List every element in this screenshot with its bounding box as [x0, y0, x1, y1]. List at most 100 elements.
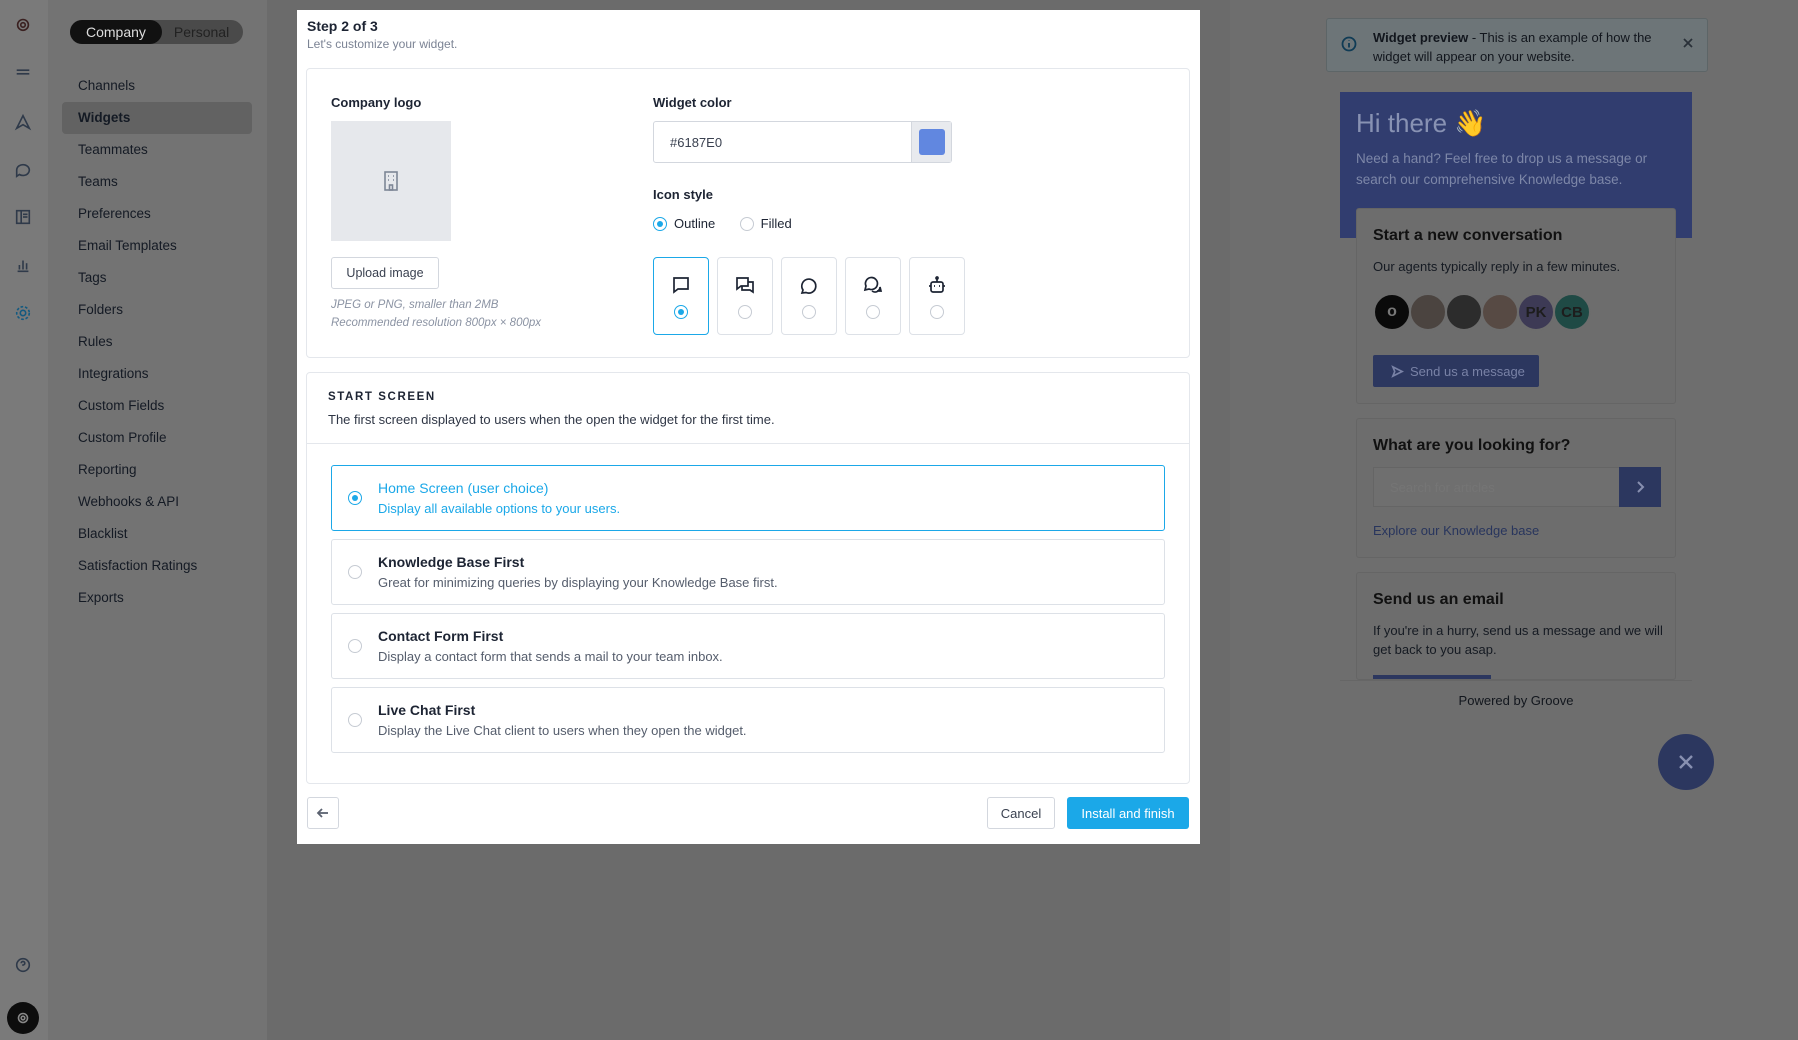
chat-round-icon: [799, 275, 819, 295]
preview-notice-text: Widget preview - This is an example of h…: [1373, 30, 1652, 64]
sidebar-item-webhooks-api[interactable]: Webhooks & API: [62, 486, 252, 518]
cancel-button[interactable]: Cancel: [987, 797, 1055, 829]
sidebar-item-preferences[interactable]: Preferences: [62, 198, 252, 230]
widget-color-input[interactable]: [654, 122, 912, 162]
scope-toggle: Company Personal: [70, 20, 243, 44]
upload-hint-format: JPEG or PNG, smaller than 2MB: [331, 299, 499, 311]
icon-tile-radio[interactable]: [866, 305, 880, 319]
start-option-desc: Display all available options to your us…: [378, 501, 621, 516]
start-option-desc: Display a contact form that sends a mail…: [378, 649, 723, 664]
send-icon[interactable]: [13, 112, 33, 132]
icon-style-filled-option[interactable]: Filled: [739, 215, 792, 233]
sidebar-item-custom-profile[interactable]: Custom Profile: [62, 422, 252, 454]
chat-round-double-icon: [863, 275, 883, 295]
install-and-finish-button[interactable]: Install and finish: [1067, 797, 1189, 829]
knowledge-search-card: What are you looking for? Explore our Kn…: [1356, 418, 1676, 558]
start-option-radio[interactable]: [348, 491, 362, 505]
appearance-card: Company logo Upload image JPEG or PNG, s…: [306, 68, 1190, 358]
avatar: CB: [1553, 293, 1591, 331]
back-button[interactable]: [307, 797, 339, 829]
start-option-live-chat[interactable]: Live Chat First Display the Live Chat cl…: [331, 687, 1165, 753]
avatar: [1481, 293, 1519, 331]
color-picker-button[interactable]: [911, 122, 951, 162]
step-subtitle: Let's customize your widget.: [307, 37, 458, 51]
icon-tile-chat-round[interactable]: [781, 257, 837, 335]
article-search: [1373, 467, 1661, 507]
upload-image-button[interactable]: Upload image: [331, 257, 439, 289]
conversation-subtitle: Our agents typically reply in a few minu…: [1373, 259, 1621, 274]
sidebar-item-widgets[interactable]: Widgets: [62, 102, 252, 134]
sidebar-item-email-templates[interactable]: Email Templates: [62, 230, 252, 262]
icon-tile-chat-square[interactable]: [653, 257, 709, 335]
settings-icon[interactable]: [13, 303, 33, 323]
icon-tile-radio[interactable]: [674, 305, 688, 319]
sidebar-item-tags[interactable]: Tags: [62, 262, 252, 294]
personal-toggle[interactable]: Personal: [162, 24, 229, 40]
widget-close-button[interactable]: [1658, 734, 1714, 790]
reports-icon[interactable]: [13, 255, 33, 275]
start-option-home-screen[interactable]: Home Screen (user choice) Display all av…: [331, 465, 1165, 531]
avatar: [1409, 293, 1447, 331]
start-option-contact-form[interactable]: Contact Form First Display a contact for…: [331, 613, 1165, 679]
chat-icon[interactable]: [13, 160, 33, 180]
sidebar-item-blacklist[interactable]: Blacklist: [62, 518, 252, 550]
icon-style-outline-option[interactable]: Outline: [653, 215, 715, 233]
widget-setup-modal: Step 2 of 3 Let's customize your widget.…: [297, 10, 1200, 844]
article-search-input[interactable]: [1374, 468, 1620, 506]
help-icon[interactable]: [13, 955, 33, 975]
widget-preview: Hi there 👋 Need a hand? Feel free to dro…: [1340, 92, 1692, 719]
company-toggle[interactable]: Company: [70, 20, 162, 44]
icon-style-label: Icon style: [653, 187, 713, 202]
widget-color-label: Widget color: [653, 95, 732, 110]
section-divider: [307, 443, 1189, 444]
sidebar-item-rules[interactable]: Rules: [62, 326, 252, 358]
knowledge-base-icon[interactable]: [13, 207, 33, 227]
menu-icon[interactable]: [13, 62, 33, 82]
send-message-button[interactable]: Send us a message: [1373, 355, 1539, 387]
sidebar-item-channels[interactable]: Channels: [62, 70, 252, 102]
search-submit-button[interactable]: [1619, 467, 1661, 507]
icon-tile-robot[interactable]: [909, 257, 965, 335]
conversation-card: Start a new conversation Our agents typi…: [1356, 208, 1676, 404]
outline-radio[interactable]: [653, 216, 667, 231]
sidebar-item-exports[interactable]: Exports: [62, 582, 252, 614]
conversation-title: Start a new conversation: [1373, 227, 1563, 244]
start-option-radio[interactable]: [348, 639, 362, 653]
sidebar-item-satisfaction-ratings[interactable]: Satisfaction Ratings: [62, 550, 252, 582]
avatar: o: [1373, 293, 1411, 331]
icon-tile-chat-round-double[interactable]: [845, 257, 901, 335]
icon-tile-radio[interactable]: [930, 305, 944, 319]
icon-tiles: [653, 257, 965, 335]
widget-greeting: Hi there 👋: [1356, 108, 1487, 138]
color-swatch: [918, 129, 945, 155]
close-icon[interactable]: [1681, 36, 1695, 50]
groove-logo-icon[interactable]: [13, 14, 33, 34]
explore-knowledge-base-link[interactable]: Explore our Knowledge base: [1373, 523, 1539, 538]
sidebar-item-reporting[interactable]: Reporting: [62, 454, 252, 486]
start-option-radio[interactable]: [348, 565, 362, 579]
building-icon: [384, 171, 398, 191]
start-option-title: Live Chat First: [378, 702, 476, 718]
sidebar-item-folders[interactable]: Folders: [62, 294, 252, 326]
user-avatar[interactable]: [7, 1002, 39, 1034]
close-icon: [1679, 755, 1693, 769]
robot-icon: [927, 275, 947, 295]
logo-placeholder[interactable]: [331, 121, 451, 241]
start-option-knowledge-base[interactable]: Knowledge Base First Great for minimizin…: [331, 539, 1165, 605]
powered-by: Powered by Groove: [1340, 680, 1692, 719]
arrow-left-icon: [316, 808, 328, 818]
sidebar-item-custom-fields[interactable]: Custom Fields: [62, 390, 252, 422]
start-option-radio[interactable]: [348, 713, 362, 727]
widget-greeting-subtitle: Need a hand? Feel free to drop us a mess…: [1356, 151, 1648, 187]
sidebar-item-teams[interactable]: Teams: [62, 166, 252, 198]
icon-tile-radio[interactable]: [738, 305, 752, 319]
sidebar-item-teammates[interactable]: Teammates: [62, 134, 252, 166]
sidebar-item-integrations[interactable]: Integrations: [62, 358, 252, 390]
start-option-desc: Display the Live Chat client to users wh…: [378, 723, 747, 738]
icon-tile-radio[interactable]: [802, 305, 816, 319]
chevron-right-icon: [1637, 481, 1645, 493]
filled-radio[interactable]: [739, 216, 754, 231]
start-screen-description: The first screen displayed to users when…: [328, 412, 775, 427]
preview-notice: Widget preview - This is an example of h…: [1326, 18, 1708, 72]
icon-tile-chat-double[interactable]: [717, 257, 773, 335]
